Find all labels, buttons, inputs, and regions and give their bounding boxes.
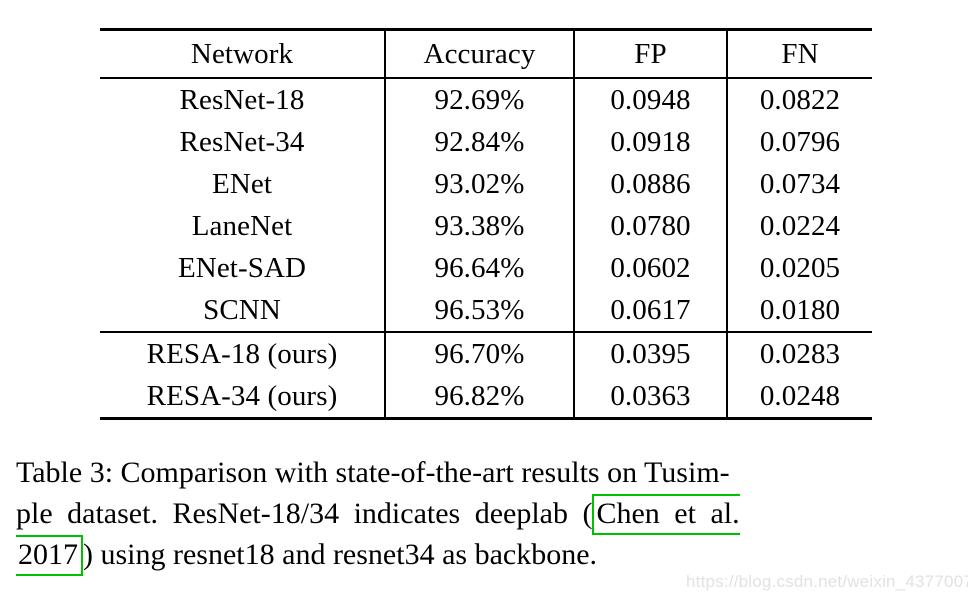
caption-line-1: Table 3: Comparison with state-of-the-ar…	[16, 452, 934, 493]
results-table: Network Accuracy FP FN ResNet-18 92.69% …	[100, 28, 872, 420]
cell-fn: 0.0734	[759, 167, 841, 200]
cell-fn: 0.0796	[759, 125, 841, 158]
watermark-url: https://blog.csdn.net/weixin_43770077	[686, 572, 968, 591]
cell-fn: 0.0205	[759, 251, 841, 284]
cell-network: ENet	[100, 163, 386, 205]
caption-line-1-text: Table 3: Comparison with state-of-the-ar…	[16, 456, 730, 489]
cell-fp: 0.0395	[574, 331, 728, 375]
cell-network: RESA-34 (ours)	[100, 375, 386, 420]
cell-network: ENet-SAD	[100, 247, 386, 289]
cell-accuracy: 92.69%	[385, 77, 575, 121]
table-row: ResNet-18 92.69% 0.0948 0.0822	[100, 77, 872, 121]
table-row: LaneNet 93.38% 0.0780 0.0224	[100, 205, 872, 247]
cell-accuracy: 96.53%	[385, 289, 575, 332]
column-header-network: Network	[100, 28, 386, 79]
table-row: SCNN 96.53% 0.0617 0.0180	[100, 289, 872, 332]
column-header-fp: FP	[574, 28, 728, 79]
column-header-accuracy: Accuracy	[385, 28, 575, 79]
cell-fp: 0.0602	[574, 247, 728, 289]
caption-line-2: ple dataset. ResNet-18/34 indicates deep…	[16, 493, 934, 535]
cell-fp: 0.0617	[574, 289, 728, 332]
cell-accuracy: 92.84%	[385, 121, 575, 163]
caption-line-3-text: ) using resnet18 and resnet34 as backbon…	[83, 538, 598, 571]
cell-fp: 0.0886	[574, 163, 728, 205]
cell-network: RESA-18 (ours)	[100, 331, 386, 375]
cell-accuracy: 93.38%	[385, 205, 575, 247]
cell-network: LaneNet	[100, 205, 386, 247]
table-header-row: Network Accuracy FP FN	[100, 28, 872, 79]
cell-fp: 0.0363	[574, 375, 728, 420]
cell-accuracy: 96.70%	[385, 331, 575, 375]
cell-fp: 0.0780	[574, 205, 728, 247]
cell-network: ResNet-34	[100, 121, 386, 163]
cell-accuracy: 96.64%	[385, 247, 575, 289]
table-header: Network Accuracy FP FN	[100, 28, 872, 79]
citation-link-chen-2017-part2[interactable]: 2017	[16, 535, 83, 576]
table-caption: Table 3: Comparison with state-of-the-ar…	[16, 452, 934, 576]
cell-fn: 0.0248	[727, 375, 872, 420]
column-header-fn: FN	[727, 28, 872, 79]
table-figure: Network Accuracy FP FN ResNet-18 92.69% …	[100, 28, 872, 420]
cell-fp: 0.0918	[574, 121, 728, 163]
table-row: ENet-SAD 96.64% 0.0602 0.0205	[100, 247, 872, 289]
cell-fn: 0.0283	[727, 331, 872, 375]
caption-line-2-text: ple dataset. ResNet-18/34 indicates deep…	[16, 497, 593, 530]
cell-fn: 0.0822	[727, 77, 872, 121]
table-row: RESA-18 (ours) 96.70% 0.0395 0.0283	[100, 331, 872, 375]
table-body: ResNet-18 92.69% 0.0948 0.0822 ResNet-34…	[100, 77, 872, 420]
cell-accuracy: 93.02%	[385, 163, 575, 205]
citation-link-chen-2017-part1[interactable]: Chen et al.	[592, 494, 740, 535]
cell-network: SCNN	[100, 289, 386, 332]
cell-network: ResNet-18	[100, 77, 386, 121]
cell-fn: 0.0180	[759, 293, 841, 326]
table-row: ENet 93.02% 0.0886 0.0734	[100, 163, 872, 205]
cell-accuracy: 96.82%	[385, 375, 575, 420]
cell-fn: 0.0224	[759, 209, 841, 242]
table-row: RESA-34 (ours) 96.82% 0.0363 0.0248	[100, 375, 872, 420]
cell-fp: 0.0948	[574, 77, 728, 121]
caption-line-3: 2017) using resnet18 and resnet34 as bac…	[16, 534, 934, 576]
table-row: ResNet-34 92.84% 0.0918 0.0796	[100, 121, 872, 163]
